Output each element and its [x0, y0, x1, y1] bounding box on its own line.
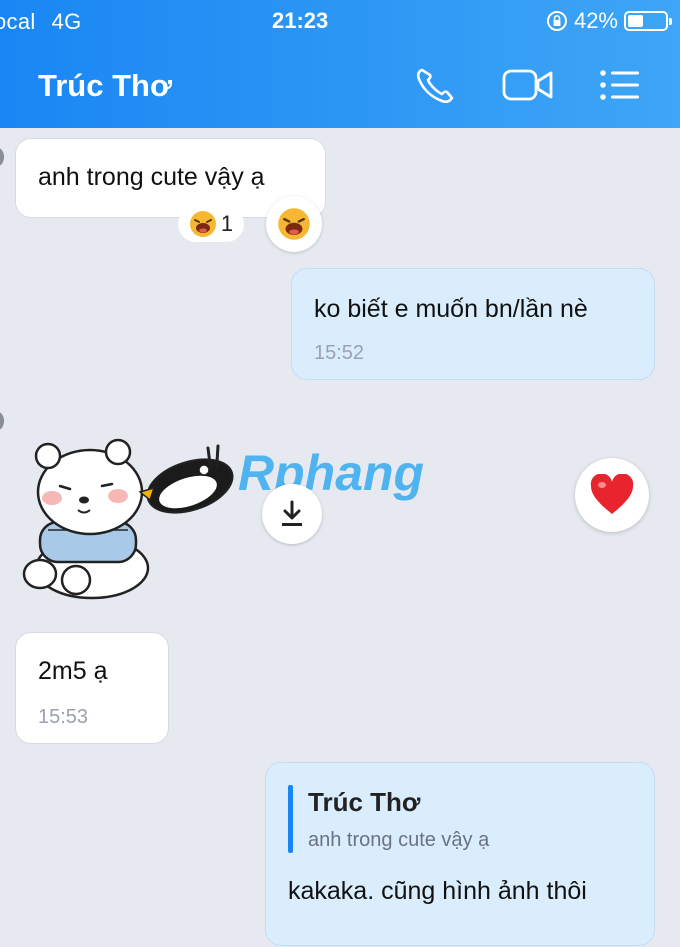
download-button[interactable]	[262, 484, 322, 544]
chat-area[interactable]: anh trong cute vậy ạ 1 ko biết e muốn bn…	[0, 128, 680, 947]
clock: 21:23	[272, 8, 329, 33]
react-button[interactable]	[266, 196, 322, 252]
message-text[interactable]: kakaka. cũng hình ảnh thôi	[288, 877, 587, 906]
outgoing-reply-message[interactable]: Trúc Thơ anh trong cute vậy ạ kakaka. cũ…	[265, 762, 655, 946]
message-text[interactable]: 2m5 ạ	[38, 657, 107, 686]
reaction-summary[interactable]: 1	[178, 206, 244, 242]
watermark-logo: Rphang	[238, 445, 424, 501]
message-time: 15:52	[314, 342, 365, 364]
laughing-face-icon	[189, 211, 216, 237]
status-bar: ocal 4G 21:23 42%	[0, 0, 680, 42]
reply-author[interactable]: Trúc Thơ	[308, 787, 420, 818]
contact-name[interactable]: Trúc Thơ	[38, 68, 172, 104]
watermark-text: Rphang	[238, 445, 424, 501]
app-header: ocal 4G 21:23 42% Trúc Thơ	[0, 0, 680, 128]
message-text[interactable]: ko biết e muốn bn/lần nè	[314, 295, 588, 324]
message-time: 15:53	[38, 706, 89, 728]
message-text[interactable]: anh trong cute vậy ạ	[38, 163, 265, 192]
avatar[interactable]	[0, 148, 4, 166]
phone-icon[interactable]	[414, 66, 458, 104]
incoming-message[interactable]: 2m5 ạ 15:53	[15, 632, 169, 744]
video-call-icon[interactable]	[502, 66, 554, 104]
outgoing-message[interactable]: ko biết e muốn bn/lần nè 15:52	[291, 268, 655, 380]
heart-icon	[590, 474, 634, 514]
network-type: 4G	[51, 9, 82, 34]
carrier-name: ocal	[0, 9, 36, 34]
menu-list-icon[interactable]	[598, 66, 642, 104]
bear-and-penguin-sticker[interactable]	[18, 430, 238, 602]
reply-quote[interactable]: anh trong cute vậy ạ	[308, 829, 489, 852]
heart-reaction-button[interactable]	[575, 458, 649, 532]
rotation-lock-icon	[546, 11, 567, 31]
laughing-face-icon	[278, 208, 310, 240]
download-icon	[282, 500, 302, 526]
carrier-info: ocal 4G	[0, 9, 82, 35]
status-right: 42%	[546, 8, 672, 34]
avatar[interactable]	[0, 412, 4, 430]
battery-percent: 42%	[573, 8, 618, 33]
reaction-count: 1	[220, 211, 234, 236]
battery-icon	[624, 11, 672, 31]
reply-bar	[288, 785, 293, 853]
